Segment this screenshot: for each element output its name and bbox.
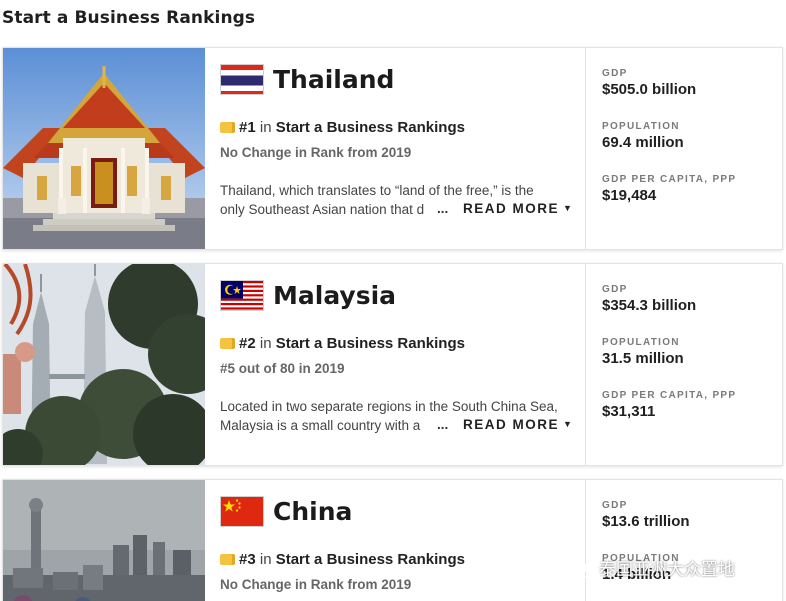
ellipsis: ... xyxy=(437,417,449,432)
stat-label-gdp-per-capita: GDP PER CAPITA, PPP xyxy=(602,390,737,401)
rank-number: #1 xyxy=(239,119,256,136)
stats-panel: GDP $13.6 trillion POPULATION 1.4 billio… xyxy=(585,480,782,601)
malaysia-flag-icon xyxy=(220,280,264,311)
rank-number: #3 xyxy=(239,551,256,568)
stat-value-gdp-per-capita: $19,484 xyxy=(602,187,657,204)
country-card-china: China #3 in Start a Business Rankings No… xyxy=(2,479,783,601)
rank-in: in xyxy=(259,551,272,568)
stat-value-gdp: $13.6 trillion xyxy=(602,513,690,530)
description-line-2: only Southeast Asian nation that d xyxy=(220,202,425,217)
stat-label-gdp: GDP xyxy=(602,284,628,295)
stat-label-gdp-per-capita: GDP PER CAPITA, PPP xyxy=(602,174,737,185)
read-more-label: READ MORE xyxy=(463,201,560,216)
wechat-icon xyxy=(567,560,593,578)
stat-value-gdp: $505.0 billion xyxy=(602,81,697,98)
stat-label-population: POPULATION xyxy=(602,121,680,132)
rank-change: #5 out of 80 in 2019 xyxy=(220,361,345,376)
rank-change: No Change in Rank from 2019 xyxy=(220,145,412,160)
stat-value-gdp-per-capita: $31,311 xyxy=(602,403,656,420)
read-more-button[interactable]: READ MORE ▼ xyxy=(463,417,573,432)
thailand-flag-icon xyxy=(220,64,264,95)
description-line-1: Thailand, which translates to “land of t… xyxy=(220,183,534,198)
stat-value-population: 69.4 million xyxy=(602,134,684,151)
watermark: 泰国亚洲大众置地 xyxy=(567,555,735,580)
watermark-text: 泰国亚洲大众置地 xyxy=(599,560,735,580)
petronas-towers-photo xyxy=(3,264,205,465)
description-line-2: Malaysia is a small country with a xyxy=(220,418,421,433)
country-name: Thailand xyxy=(273,65,395,94)
stat-label-gdp: GDP xyxy=(602,68,628,79)
ribbon-icon xyxy=(220,554,235,565)
stat-value-gdp: $354.3 billion xyxy=(602,297,697,314)
country-card-thailand: Thailand #1 in Start a Business Rankings… xyxy=(2,47,783,250)
rank-line: #3 in Start a Business Rankings xyxy=(220,551,465,568)
rank-change: No Change in Rank from 2019 xyxy=(220,577,412,592)
thai-temple-photo xyxy=(3,48,205,249)
stat-label-gdp: GDP xyxy=(602,500,628,511)
read-more-button[interactable]: READ MORE ▼ xyxy=(463,201,573,216)
rank-in: in xyxy=(259,119,272,136)
card-main: China #3 in Start a Business Rankings No… xyxy=(205,480,585,601)
shanghai-skyline-photo xyxy=(3,480,205,601)
country-card-malaysia: Malaysia #2 in Start a Business Rankings… xyxy=(2,263,783,466)
chevron-down-icon: ▼ xyxy=(563,203,574,213)
country-name: China xyxy=(273,497,353,526)
country-name: Malaysia xyxy=(273,281,397,310)
stats-panel: GDP $354.3 billion POPULATION 31.5 milli… xyxy=(585,264,782,465)
rank-list-name: Start a Business Rankings xyxy=(275,551,465,568)
ribbon-icon xyxy=(220,122,235,133)
rank-line: #1 in Start a Business Rankings xyxy=(220,119,465,136)
stat-label-population: POPULATION xyxy=(602,337,680,348)
chevron-down-icon: ▼ xyxy=(563,419,574,429)
ellipsis: ... xyxy=(437,201,449,216)
rank-list-name: Start a Business Rankings xyxy=(275,335,465,352)
china-flag-icon xyxy=(220,496,264,527)
page-title: Start a Business Rankings xyxy=(2,8,256,28)
rank-number: #2 xyxy=(239,335,256,352)
read-more-label: READ MORE xyxy=(463,417,560,432)
rank-line: #2 in Start a Business Rankings xyxy=(220,335,465,352)
description-line-1: Located in two separate regions in the S… xyxy=(220,399,558,414)
stats-panel: GDP $505.0 billion POPULATION 69.4 milli… xyxy=(585,48,782,249)
ribbon-icon xyxy=(220,338,235,349)
stat-value-population: 31.5 million xyxy=(602,350,684,367)
card-main: Malaysia #2 in Start a Business Rankings… xyxy=(205,264,585,465)
card-main: Thailand #1 in Start a Business Rankings… xyxy=(205,48,585,249)
rank-list-name: Start a Business Rankings xyxy=(275,119,465,136)
rank-in: in xyxy=(259,335,272,352)
